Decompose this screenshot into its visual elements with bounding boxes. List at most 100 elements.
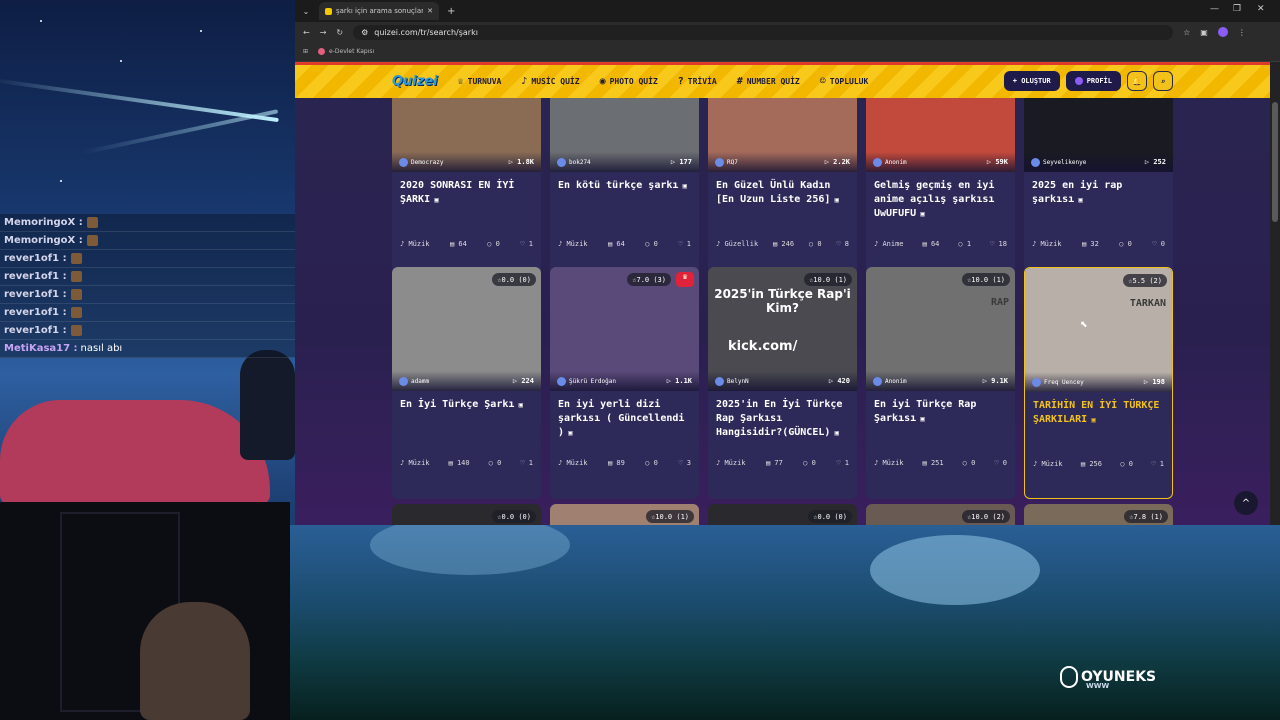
author[interactable]: Anonim [873, 376, 907, 386]
video-icon: ▣ [678, 182, 687, 190]
quiz-card[interactable]: ☆ 0.0 (0) [392, 504, 541, 525]
minimize-button[interactable]: — [1210, 4, 1219, 14]
rating-badge: ☆ 7.0 (3) [627, 273, 671, 286]
site-info-icon[interactable]: ⚙ [361, 28, 368, 37]
quiz-title[interactable]: En iyi yerli dizi şarkısı ( Güncellendi … [550, 391, 699, 455]
author[interactable]: Democrazy [399, 157, 444, 167]
search-icon[interactable]: ⌕ [1153, 71, 1173, 91]
tab-title: şarkı için arama sonuçları - Quizei [336, 7, 424, 15]
quiz-title[interactable]: 2020 SONRASI EN İYİ ŞARKI ▣ [392, 172, 541, 236]
author-name: Şükrü Erdoğan [569, 377, 616, 385]
nav-item-topluluk[interactable]: ☺ TOPLULUK [820, 76, 869, 87]
card-meta: BelynN ▷ 420 [708, 371, 857, 391]
forward-icon[interactable]: → [320, 28, 327, 37]
nav-item-label: TRİVİA [687, 77, 717, 86]
quiz-card[interactable]: 2025'in Türkçe Rap'i Kim? kick.com/ ☆ 10.0… [708, 267, 857, 499]
quiz-title[interactable]: 2025 en iyi rap şarkısı ▣ [1024, 172, 1173, 236]
quiz-thumbnail[interactable]: ☆ 10.0 (2) [866, 504, 1015, 525]
extensions-icon[interactable]: ▣ [1200, 28, 1208, 37]
profile-button[interactable]: PROFİL [1065, 71, 1121, 91]
author[interactable]: BelynN [715, 376, 749, 386]
author[interactable]: Anonim [873, 157, 907, 167]
rating-text: 0.0 (0) [817, 512, 847, 521]
quiz-card[interactable]: TARKAN ☆ 5.5 (2) Freq Uencey ▷ 198 TARİHİN E… [1024, 267, 1173, 499]
new-tab-button[interactable]: + [447, 6, 455, 17]
author[interactable]: Şükrü Erdoğan [557, 376, 616, 386]
quiz-card[interactable]: ☆ 10.0 (2) [866, 504, 1015, 525]
quiz-card[interactable]: ☆ 10.0 (1) [550, 504, 699, 525]
tab-active[interactable]: şarkı için arama sonuçları - Quizei ✕ [319, 2, 439, 20]
nav-item-tri̇vi̇a[interactable]: ? TRİVİA [678, 76, 717, 87]
quiz-thumbnail[interactable]: ☆ 0.0 (0) [708, 504, 857, 525]
bookmark-item[interactable]: e-Devlet Kapısı [318, 48, 374, 55]
bookmark-star-icon[interactable]: ☆ [1183, 28, 1190, 37]
menu-icon[interactable]: ⋮ [1238, 28, 1246, 37]
quiz-title[interactable]: 2025'in En İyi Türkçe Rap Şarkısı Hangis… [708, 391, 857, 455]
author[interactable]: adamm [399, 376, 429, 386]
webcam-feed [0, 502, 290, 720]
comment-count-icon: ○ [958, 240, 967, 248]
reload-icon[interactable]: ↻ [336, 28, 343, 37]
quiz-thumbnail[interactable]: ☆ 7.8 (1) [1024, 504, 1173, 525]
nav-item-musi̇c-qui̇z[interactable]: ♪ MUSİC QUİZ [521, 76, 579, 87]
url-text: quizei.com/tr/search/şarkı [374, 27, 478, 37]
quiz-title[interactable]: Gelmiş geçmiş en iyi anime açılış şarkıs… [866, 172, 1015, 236]
quiz-title[interactable]: En Güzel Ünlü Kadın [En Uzun Liste 256] … [708, 172, 857, 236]
quiz-title-text: En İyi Türkçe Şarkı [400, 399, 515, 410]
like-count-icon: ♡ [520, 240, 529, 248]
comment-count-value: 1 [966, 240, 972, 248]
like-count-icon: ♡ [836, 459, 845, 467]
author[interactable]: Freq Uencey [1032, 377, 1084, 387]
back-icon[interactable]: ← [303, 28, 310, 37]
play-icon: ▷ [508, 158, 518, 166]
quiz-title[interactable]: En kötü türkçe şarkı ▣ [550, 172, 699, 236]
quiz-thumbnail[interactable]: TARKAN ☆ 5.5 (2) Freq Uencey ▷ 198 [1025, 268, 1172, 392]
quiz-card[interactable]: ☆ 7.8 (1) [1024, 504, 1173, 525]
quiz-title-text: Gelmiş geçmiş en iyi anime açılış şarkıs… [874, 180, 995, 219]
quiz-title[interactable]: En iyi Türkçe Rap Şarkısı ▣ [866, 391, 1015, 455]
like-count-icon: ♡ [678, 459, 687, 467]
comment-count: ○ 0 [1119, 240, 1132, 248]
quiz-thumbnail[interactable]: 2025'in Türkçe Rap'i Kim? kick.com/ ☆ 10.0… [708, 267, 857, 391]
tab-close-icon[interactable]: ✕ [427, 7, 433, 15]
quiz-card[interactable]: ☆ 0.0 (0) adamm ▷ 224 En İyi Türkçe Şarkı ▣… [392, 267, 541, 499]
question-icon: ? [677, 76, 684, 87]
nav-item-photo-qui̇z[interactable]: ◉ PHOTO QUİZ [600, 76, 658, 87]
scroll-thumb[interactable] [1272, 102, 1278, 222]
page-scrollbar[interactable] [1270, 62, 1280, 525]
quiz-thumbnail[interactable]: ☆ 7.0 (3) ♛ Şükrü Erdoğan ▷ 1.1K [550, 267, 699, 391]
quiz-card[interactable]: ☆ 0.0 (0) [708, 504, 857, 525]
question-count: ▤ 140 [449, 459, 470, 467]
site-logo[interactable]: Quizei [392, 74, 438, 89]
create-button[interactable]: + OLUŞTUR [1003, 71, 1060, 91]
quiz-card[interactable]: ☆ 7.0 (3) ♛ Şükrü Erdoğan ▷ 1.1K En iyi yerl… [550, 267, 699, 499]
scroll-to-top-button[interactable]: ^ [1234, 491, 1258, 515]
quiz-thumbnail[interactable]: RAP ☆ 10.0 (1) Anonim ▷ 9.1K [866, 267, 1015, 391]
author[interactable]: bok274 [557, 157, 591, 167]
card-stats: ♪ Müzik ▤ 251 ○ 0 ♡ 0 [866, 455, 1015, 471]
like-count: ♡ 1 [520, 240, 533, 248]
profile-avatar-icon[interactable] [1217, 27, 1228, 37]
rating-text: 5.5 (2) [1132, 276, 1162, 285]
nav-item-turnuva[interactable]: ♕ TURNUVA [458, 76, 502, 87]
author-name: Anonim [885, 377, 907, 385]
quiz-card[interactable]: RAP ☆ 10.0 (1) Anonim ▷ 9.1K En iyi Türkçe R… [866, 267, 1015, 499]
author[interactable]: Seyvelikenye [1031, 157, 1086, 167]
quiz-thumbnail[interactable]: ☆ 0.0 (0) [392, 504, 541, 525]
quiz-thumbnail[interactable]: ☆ 10.0 (1) [550, 504, 699, 525]
notification-bell-icon[interactable]: 🔔 [1127, 71, 1147, 91]
like-count: ♡ 1 [678, 240, 691, 248]
close-window-button[interactable]: ✕ [1257, 4, 1265, 14]
apps-icon[interactable]: ⊞ [303, 48, 308, 55]
quiz-thumbnail[interactable]: ☆ 0.0 (0) adamm ▷ 224 [392, 267, 541, 391]
quiz-title[interactable]: En İyi Türkçe Şarkı ▣ [392, 391, 541, 455]
nav-item-number-qui̇z[interactable]: # NUMBER QUİZ [737, 76, 800, 87]
url-bar[interactable]: ⚙ quizei.com/tr/search/şarkı [353, 24, 1174, 40]
video-icon: ▣ [564, 429, 573, 437]
tab-search-icon[interactable]: ⌄ [299, 7, 313, 16]
quiz-title[interactable]: TARİHİN EN İYİ TÜRKÇE ŞARKILARI ▣ [1025, 392, 1172, 456]
author[interactable]: RQ7 [715, 157, 738, 167]
maximize-button[interactable]: ❐ [1233, 4, 1241, 14]
community-icon: ☺ [819, 76, 826, 87]
play-count: ▷ 420 [829, 377, 850, 385]
